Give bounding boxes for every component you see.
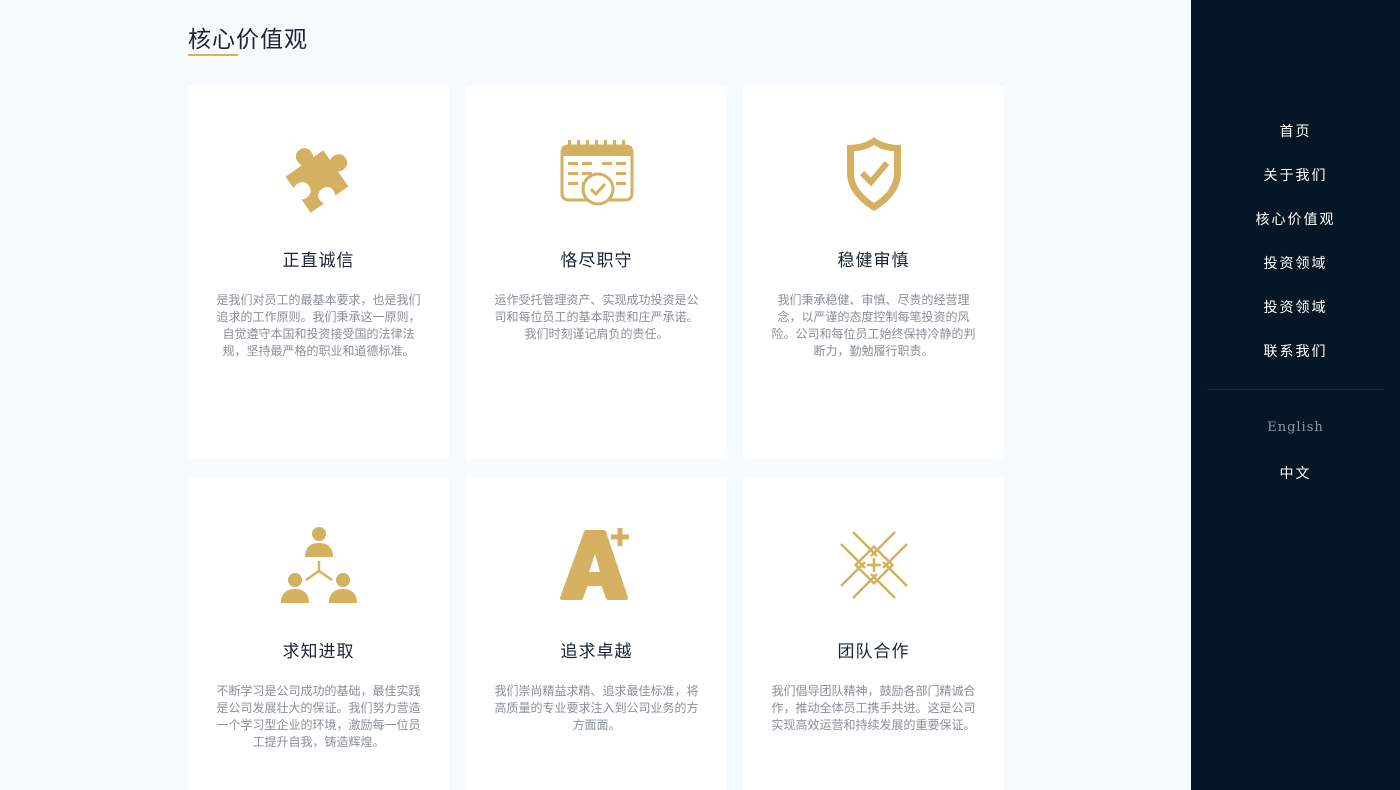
nav-divider	[1207, 389, 1384, 390]
card-description: 我们倡导团队精神，鼓励各部门精诚合作，推动全体员工携手共进。这是公司实现高效运营…	[771, 684, 976, 732]
nav-item-core-values[interactable]: 核心价值观	[1191, 209, 1400, 229]
card-title: 稳健审慎	[837, 251, 910, 271]
card-title: 追求卓越	[560, 642, 633, 662]
card-title: 团队合作	[837, 642, 910, 662]
value-card-diligence: 恪尽职守 运作受托管理资产、实现成功投资是公司和每位员工的基本职责和庄严承诺。我…	[466, 86, 727, 459]
title-underline	[188, 54, 238, 56]
nav-item-about[interactable]: 关于我们	[1191, 165, 1400, 185]
main-content: 核心价值观 正直诚信 是我们对员工的最基本要求，也是我们追求的工作原则。我们秉承…	[0, 0, 1191, 790]
nav-item-home[interactable]: 首页	[1191, 121, 1400, 141]
card-description: 我们秉承稳健、审慎、尽责的经营理念，以严谨的态度控制每笔投资的风险。公司和每位员…	[771, 293, 976, 358]
card-description: 是我们对员工的最基本要求，也是我们追求的工作原则。我们秉承这一原则，自觉遵守本国…	[216, 293, 421, 358]
a-plus-icon	[557, 525, 637, 605]
puzzle-icon	[279, 134, 359, 214]
card-description: 我们崇尚精益求精、追求最佳标准，将高质量的专业要求注入到公司业务的方方面面。	[494, 684, 699, 732]
nav-item-investment-areas[interactable]: 投资领域	[1191, 253, 1400, 273]
value-card-integrity: 正直诚信 是我们对员工的最基本要求，也是我们追求的工作原则。我们秉承这一原则，自…	[188, 86, 449, 459]
team-hierarchy-icon	[279, 525, 359, 605]
nav-item-contact[interactable]: 联系我们	[1191, 341, 1400, 361]
language-english[interactable]: English	[1191, 420, 1400, 435]
nav-item-investment-areas-2[interactable]: 投资领域	[1191, 297, 1400, 317]
shield-check-icon	[834, 134, 914, 214]
language-chinese[interactable]: 中文	[1191, 463, 1400, 483]
card-title: 恪尽职守	[560, 251, 633, 271]
card-description: 不断学习是公司成功的基础，最佳实践是公司发展壮大的保证。我们努力营造一个学习型企…	[216, 684, 421, 749]
value-card-excellence: 追求卓越 我们崇尚精益求精、追求最佳标准，将高质量的专业要求注入到公司业务的方方…	[466, 477, 727, 790]
card-description: 运作受托管理资产、实现成功投资是公司和每位员工的基本职责和庄严承诺。我们时刻谨记…	[494, 293, 699, 341]
card-title: 正直诚信	[282, 251, 355, 271]
value-card-learning: 求知进取 不断学习是公司成功的基础，最佳实践是公司发展壮大的保证。我们努力营造一…	[188, 477, 449, 790]
sidebar-nav: 首页 关于我们 核心价值观 投资领域 投资领域 联系我们 English 中文	[1191, 0, 1400, 790]
page-title: 核心价值观	[188, 27, 308, 53]
hands-together-icon	[834, 525, 914, 605]
value-card-teamwork: 团队合作 我们倡导团队精神，鼓励各部门精诚合作，推动全体员工携手共进。这是公司实…	[743, 477, 1004, 790]
card-title: 求知进取	[282, 642, 355, 662]
calendar-check-icon	[557, 134, 637, 214]
value-card-prudence: 稳健审慎 我们秉承稳健、审慎、尽责的经营理念，以严谨的态度控制每笔投资的风险。公…	[743, 86, 1004, 459]
